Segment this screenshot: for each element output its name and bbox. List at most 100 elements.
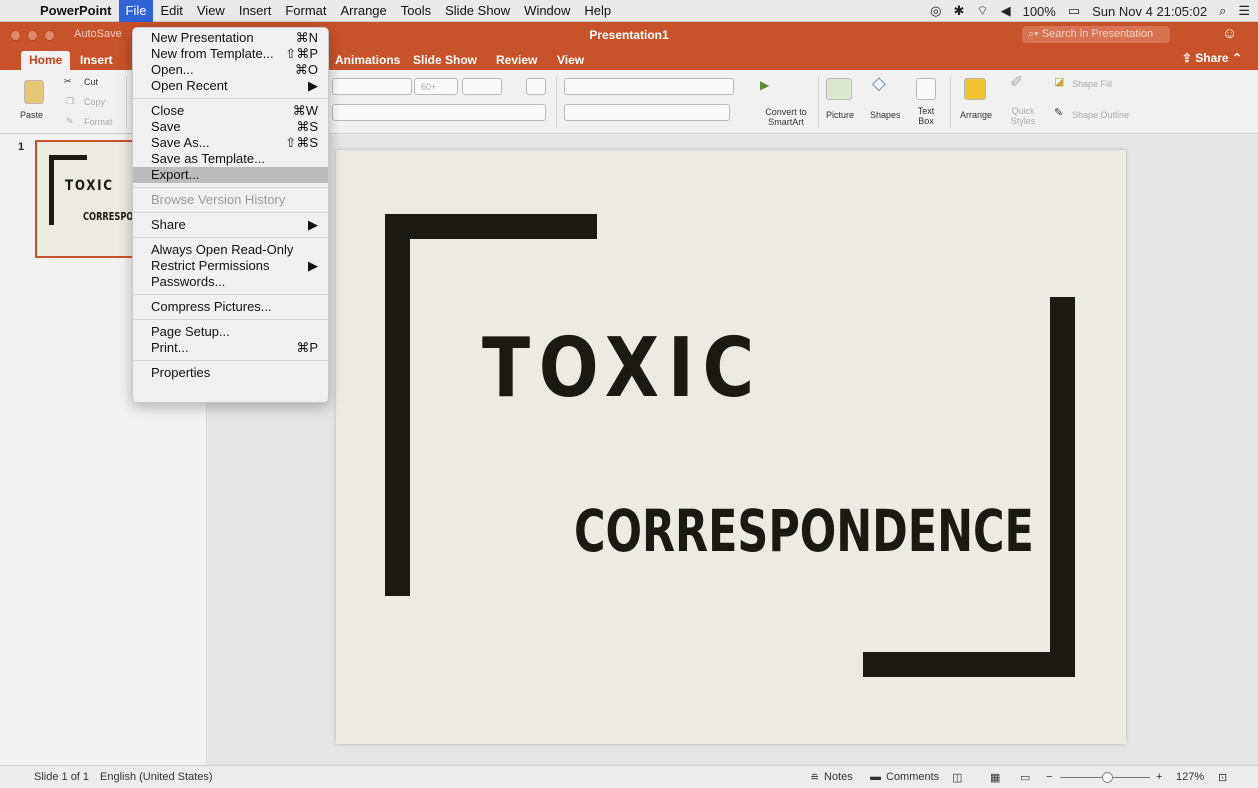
list-and-indent-controls[interactable]	[564, 78, 734, 95]
menu-app-name[interactable]: PowerPoint	[36, 0, 119, 22]
menu-format[interactable]: Format	[278, 0, 333, 22]
font-size-grow-shrink[interactable]	[462, 78, 502, 95]
menu-insert[interactable]: Insert	[232, 0, 279, 22]
menu-slide-show[interactable]: Slide Show	[438, 0, 517, 22]
convert-to-smartart-label[interactable]: Convert to SmartArt	[756, 107, 816, 127]
menu-item-restrict-permissions[interactable]: Restrict Permissions ▶	[133, 258, 328, 274]
menu-arrange[interactable]: Arrange	[334, 0, 394, 22]
slide-sorter-icon[interactable]: ▦	[990, 771, 1000, 784]
file-menu-dropdown: New Presentation ⌘N New from Template... ⇧…	[132, 27, 329, 403]
menu-window[interactable]: Window	[517, 0, 577, 22]
cut-label[interactable]: Cut	[84, 77, 98, 87]
spotlight-icon[interactable]: ⌕	[1219, 3, 1226, 19]
menu-item-close[interactable]: Close ⌘W	[133, 103, 328, 119]
comments-icon[interactable]: ▬	[870, 771, 881, 783]
arrange-label[interactable]: Arrange	[960, 110, 992, 120]
top-left-bracket-vertical[interactable]	[385, 214, 410, 596]
reading-view-icon[interactable]: ▭	[1020, 771, 1030, 784]
slide-subtitle[interactable]: CORRESPONDENCE	[574, 502, 1034, 560]
normal-view-icon[interactable]: ◫	[952, 771, 962, 784]
comments-button[interactable]: Comments	[886, 771, 939, 783]
shape-fill-icon[interactable]: ◪	[1054, 77, 1064, 88]
notes-icon[interactable]: ≘	[810, 771, 819, 784]
paste-icon[interactable]	[24, 80, 44, 104]
zoom-out-icon[interactable]: −	[1046, 771, 1052, 783]
notes-button[interactable]: Notes	[824, 771, 853, 783]
menu-item-print[interactable]: Print... ⌘P	[133, 340, 328, 356]
shape-outline-label[interactable]: Shape Outline	[1072, 110, 1129, 120]
copy-label[interactable]: Copy	[84, 97, 105, 107]
menu-separator	[133, 212, 328, 213]
menu-item-open[interactable]: Open... ⌘O	[133, 62, 328, 78]
menu-item-label: New from Template...	[151, 46, 274, 61]
bottom-right-bracket-vertical[interactable]	[1050, 297, 1075, 677]
battery-percent[interactable]: 100%	[1023, 4, 1056, 19]
zoom-in-icon[interactable]: +	[1156, 771, 1162, 783]
menu-item-label: Share	[151, 217, 186, 232]
shape-fill-label[interactable]: Shape Fill	[1072, 79, 1112, 89]
tab-review[interactable]: Review	[496, 51, 537, 70]
font-style-controls[interactable]	[332, 104, 546, 121]
share-button[interactable]: ⇪ Share ⌃	[1182, 51, 1242, 65]
menu-help[interactable]: Help	[577, 0, 618, 22]
bluetooth-icon[interactable]: ✱	[953, 3, 964, 19]
menu-tools[interactable]: Tools	[394, 0, 438, 22]
shape-outline-icon[interactable]: ✎	[1054, 108, 1063, 119]
menu-item-new-presentation[interactable]: New Presentation ⌘N	[133, 30, 328, 46]
menu-item-save-as[interactable]: Save As... ⇧⌘S	[133, 135, 328, 151]
cut-icon[interactable]: ✂	[64, 76, 72, 86]
menu-view[interactable]: View	[190, 0, 232, 22]
menu-item-compress-pictures[interactable]: Compress Pictures...	[133, 299, 328, 315]
menu-item-share[interactable]: Share ▶	[133, 217, 328, 233]
font-name-dropdown[interactable]	[332, 78, 412, 95]
fit-to-window-icon[interactable]: ⊡	[1218, 771, 1227, 784]
text-box-icon[interactable]	[916, 78, 936, 100]
notification-center-icon[interactable]: ☰	[1238, 3, 1250, 19]
menu-item-always-open-read-only[interactable]: Always Open Read-Only	[133, 242, 328, 258]
menu-item-new-from-template[interactable]: New from Template... ⇧⌘P	[133, 46, 328, 62]
menu-item-open-recent[interactable]: Open Recent ▶	[133, 78, 328, 94]
format-painter-icon[interactable]: ✎	[66, 116, 74, 126]
zoom-slider-handle[interactable]	[1102, 772, 1113, 783]
alignment-controls[interactable]	[564, 104, 730, 121]
tab-view[interactable]: View	[557, 51, 584, 70]
search-field[interactable]: ⌕▾ Search in Presentation	[1022, 26, 1170, 43]
language-indicator[interactable]: English (United States)	[100, 771, 213, 783]
menu-item-save-as-template[interactable]: Save as Template...	[133, 151, 328, 167]
zoom-level[interactable]: 127%	[1176, 771, 1204, 783]
clear-formatting-icon[interactable]	[526, 78, 546, 95]
menu-file[interactable]: File	[118, 0, 154, 22]
slide[interactable]: TOXIC CORRESPONDENCE	[336, 150, 1126, 744]
menu-edit[interactable]: Edit	[153, 0, 189, 22]
picture-icon[interactable]	[826, 78, 852, 100]
battery-icon[interactable]: ▭	[1068, 3, 1080, 19]
font-size-dropdown[interactable]: 60+	[414, 78, 458, 95]
slide-title[interactable]: TOXIC	[482, 328, 763, 410]
clock[interactable]: Sun Nov 4 21:05:02	[1092, 4, 1207, 19]
menu-item-page-setup[interactable]: Page Setup...	[133, 324, 328, 340]
quick-styles-icon[interactable]: ✐	[1010, 75, 1023, 91]
volume-icon[interactable]: ◀	[1001, 3, 1011, 19]
text-box-label[interactable]: Text Box	[914, 106, 938, 126]
arrange-icon[interactable]	[964, 78, 986, 100]
format-painter-label[interactable]: Format	[84, 117, 113, 127]
quick-styles-label[interactable]: Quick Styles	[1008, 106, 1038, 126]
top-left-bracket-horizontal[interactable]	[385, 214, 597, 239]
smartart-icon[interactable]: ▶	[760, 79, 769, 91]
tab-insert[interactable]: Insert	[80, 51, 113, 70]
tab-home[interactable]: Home	[21, 51, 71, 70]
menu-item-save[interactable]: Save ⌘S	[133, 119, 328, 135]
picture-label[interactable]: Picture	[826, 110, 854, 120]
wifi-icon[interactable]: ⌔	[976, 3, 988, 19]
shapes-label[interactable]: Shapes	[870, 110, 901, 120]
shapes-icon[interactable]: ◇	[872, 74, 886, 92]
menu-item-export[interactable]: Export...	[133, 167, 328, 183]
bottom-right-bracket-horizontal[interactable]	[863, 652, 1075, 677]
tab-animations[interactable]: Animations	[335, 51, 400, 70]
menu-item-properties[interactable]: Properties	[133, 365, 328, 381]
feedback-smiley-icon[interactable]: ☺	[1222, 25, 1237, 42]
creative-cloud-icon[interactable]: ◎	[930, 3, 941, 19]
menu-item-passwords[interactable]: Passwords...	[133, 274, 328, 290]
copy-icon[interactable]: ❐	[66, 96, 74, 106]
tab-slide-show[interactable]: Slide Show	[413, 51, 477, 70]
